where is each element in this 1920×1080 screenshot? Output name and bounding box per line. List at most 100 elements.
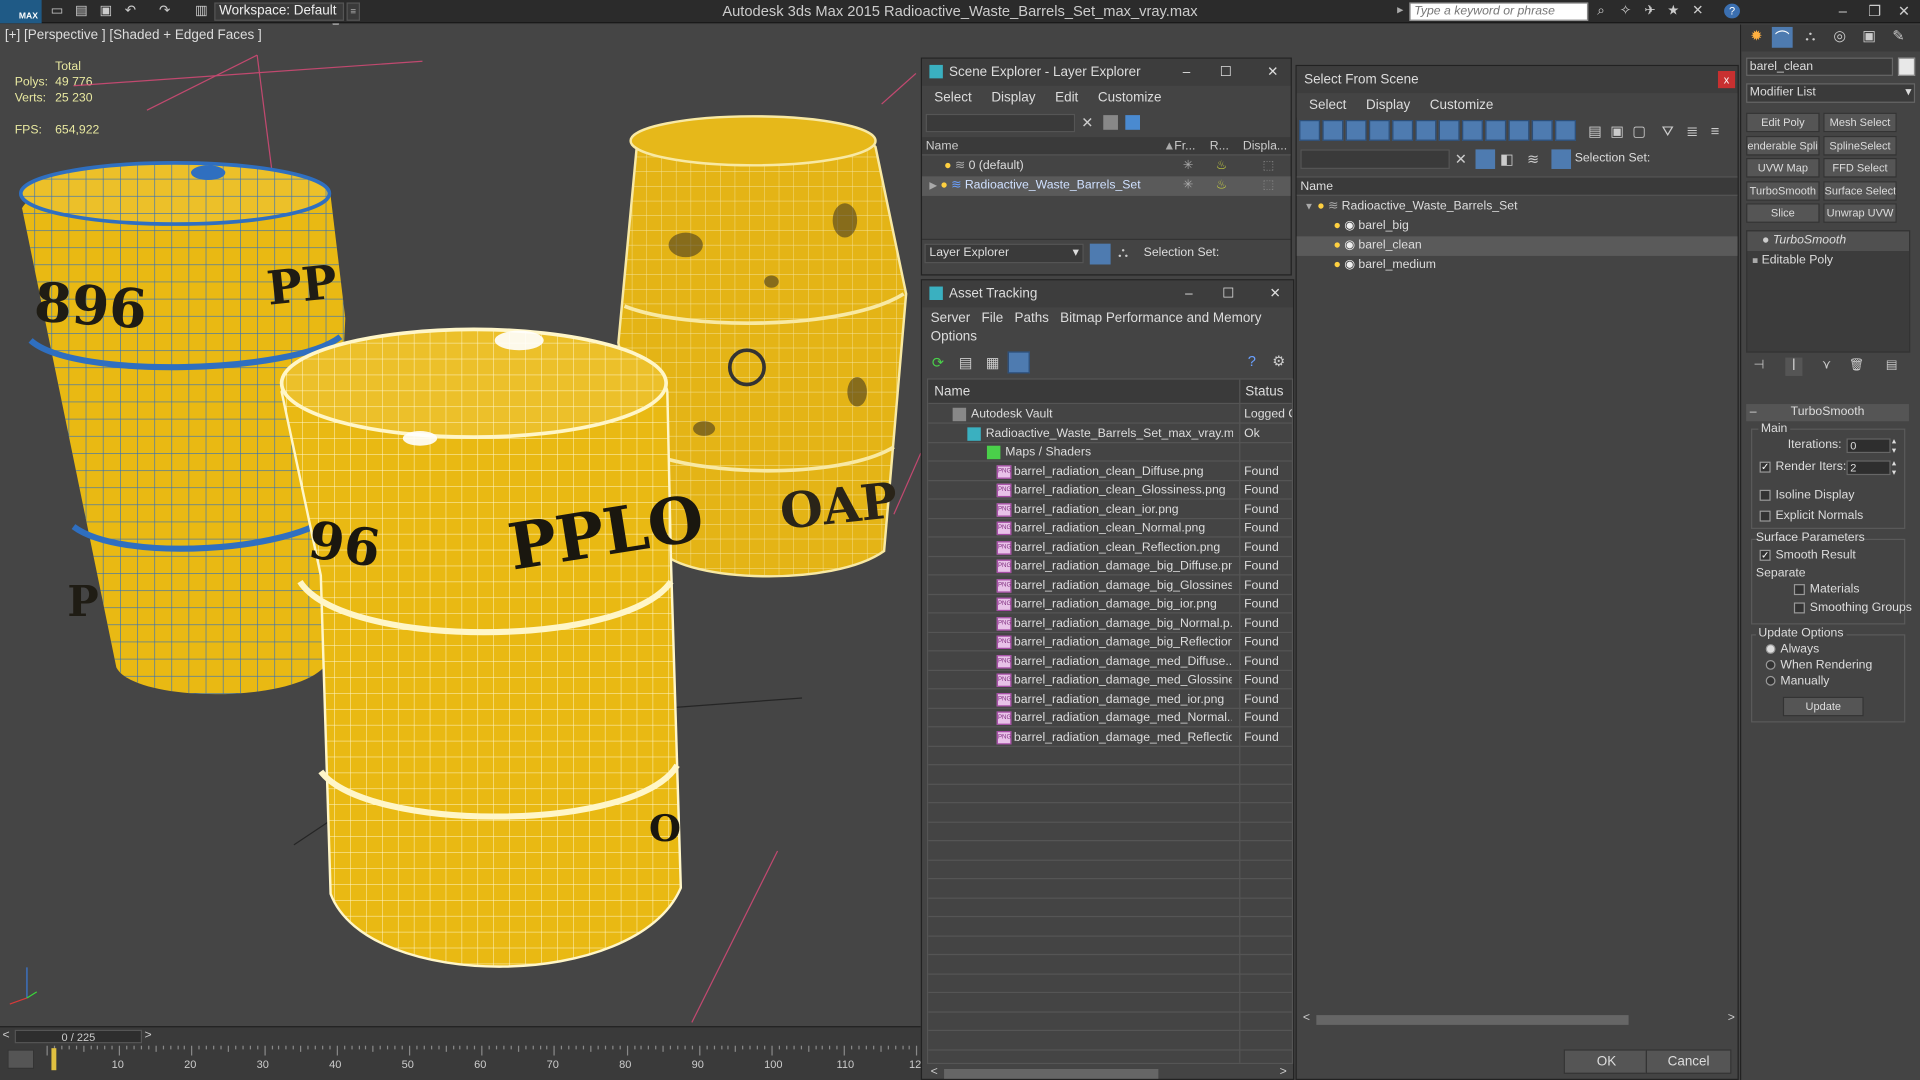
- col-render[interactable]: R...: [1210, 137, 1229, 155]
- project-folder-icon[interactable]: ▥: [193, 4, 209, 19]
- help-icon[interactable]: ?: [1724, 3, 1741, 19]
- list-view-icon[interactable]: ▤: [959, 354, 973, 371]
- display-none-icon[interactable]: ▢: [1632, 122, 1646, 139]
- filter-hidden-icon[interactable]: [1555, 120, 1576, 141]
- clear-find-icon[interactable]: ✕: [1455, 151, 1467, 168]
- grid-view-icon[interactable]: [1007, 351, 1030, 374]
- filter-shapes-icon[interactable]: [1322, 120, 1344, 141]
- tree-row-barel-medium[interactable]: ● ◉ barel_medium: [1297, 256, 1738, 276]
- asset-row-map[interactable]: PNG barrel_radiation_damage_med_Reflectio…: [928, 728, 1292, 747]
- close-icon[interactable]: ✕: [1270, 280, 1281, 307]
- tree-row-barel-clean[interactable]: ● ◉ barel_clean: [1296, 236, 1738, 256]
- collapse-minus-icon[interactable]: –: [1750, 404, 1757, 421]
- col-name[interactable]: Name: [926, 137, 959, 155]
- lightbulb-icon[interactable]: ●: [944, 159, 951, 172]
- menu-bitmap-performance[interactable]: Bitmap Performance and Memory: [1060, 311, 1261, 326]
- scroll-thumb[interactable]: [1316, 1015, 1629, 1025]
- maximize-icon[interactable]: ☐: [1220, 59, 1232, 86]
- lightbulb-icon[interactable]: ●: [1317, 200, 1324, 213]
- expand-plus-icon[interactable]: ■: [1752, 255, 1758, 266]
- display-all-icon[interactable]: ▣: [1610, 122, 1624, 139]
- manually-radio[interactable]: [1765, 676, 1776, 687]
- asset-row-map[interactable]: PNG barrel_radiation_damage_big_Glossines…: [928, 576, 1292, 595]
- col-name[interactable]: Name: [934, 380, 970, 404]
- barrel-clean[interactable]: [279, 327, 683, 968]
- asset-row-map[interactable]: PNG barrel_radiation_damage_big_ior.png Fo…: [928, 595, 1292, 614]
- menu-customize[interactable]: Customize: [1098, 91, 1162, 106]
- modifier-button-slice[interactable]: Slice: [1746, 203, 1820, 223]
- filter-cameras-icon[interactable]: [1368, 120, 1390, 141]
- hierarchy-mode-icon[interactable]: [1551, 149, 1572, 169]
- filter-lights-icon[interactable]: [1345, 120, 1367, 141]
- scroll-right-icon[interactable]: >: [1728, 1011, 1735, 1024]
- hierarchy-icon[interactable]: ⛬: [1118, 244, 1128, 262]
- asset-row-map[interactable]: PNG barrel_radiation_clean_Normal.png Foun…: [928, 519, 1292, 538]
- motion-tab-icon[interactable]: ◎: [1829, 27, 1850, 48]
- spinner-arrows-icon[interactable]: ▴ ▾: [1892, 458, 1896, 477]
- menu-display[interactable]: Display: [991, 91, 1035, 106]
- asset-row-map[interactable]: PNG barrel_radiation_damage_big_Normal.p.…: [928, 614, 1292, 633]
- keyword-search-input[interactable]: Type a keyword or phrase: [1409, 2, 1589, 21]
- freeze-icon[interactable]: ✳: [1183, 157, 1193, 177]
- filter-containers-icon[interactable]: [1508, 120, 1530, 141]
- lightbulb-icon[interactable]: ●: [1333, 258, 1340, 271]
- clear-search-icon[interactable]: ✕: [1081, 114, 1093, 131]
- filter-active-icon[interactable]: [1475, 149, 1496, 169]
- asset-tracking-titlebar[interactable]: Asset Tracking – ☐ ✕: [922, 280, 1294, 308]
- display-tab-icon[interactable]: ▣: [1859, 27, 1880, 48]
- utilities-tab-icon[interactable]: ✎: [1888, 27, 1909, 48]
- asset-h-scrollbar[interactable]: < >: [927, 1065, 1293, 1080]
- smoothing-groups-checkbox[interactable]: [1793, 602, 1805, 614]
- freeze-icon[interactable]: ✳: [1183, 176, 1193, 196]
- display-box-icon[interactable]: ⬚: [1262, 176, 1274, 196]
- filter-frozen-icon[interactable]: [1531, 120, 1553, 141]
- col-freeze[interactable]: Fr...: [1174, 137, 1195, 155]
- scene-list-header[interactable]: Name: [1296, 176, 1738, 196]
- filter-helpers-icon[interactable]: [1392, 120, 1414, 141]
- time-slider[interactable]: 0 / 225: [14, 1029, 143, 1044]
- filter-xrefs-icon[interactable]: [1462, 120, 1483, 141]
- collapse-triangle-icon[interactable]: ▼: [1304, 201, 1314, 212]
- modifier-button-splineselect[interactable]: SplineSelect: [1823, 135, 1897, 155]
- show-end-result-icon[interactable]: |: [1785, 357, 1803, 376]
- always-row[interactable]: Always: [1765, 643, 1819, 656]
- help-icon[interactable]: ?: [1248, 353, 1256, 370]
- asset-row-map[interactable]: PNG barrel_radiation_damage_med_Normal...…: [928, 709, 1292, 728]
- app-logo-icon[interactable]: MAX: [0, 0, 42, 24]
- menu-customize[interactable]: Customize: [1430, 98, 1494, 113]
- filter-space-warps-icon[interactable]: [1415, 120, 1437, 141]
- always-radio[interactable]: [1765, 644, 1776, 655]
- explorer-type-dropdown[interactable]: Layer Explorer ▾: [924, 243, 1084, 264]
- create-tab-icon[interactable]: ✹: [1746, 27, 1767, 48]
- col-display[interactable]: Displa...: [1243, 137, 1287, 155]
- workspace-dropdown[interactable]: Workspace: Default▾: [214, 2, 345, 34]
- asset-row-map[interactable]: PNG barrel_radiation_damage_big_Diffuse.p…: [928, 557, 1292, 576]
- timeline[interactable]: < 0 / 225 > 10 20 30 40 50 60 70 80 90 100 110 12: [0, 1026, 921, 1080]
- minimize-icon[interactable]: –: [1185, 280, 1193, 307]
- scroll-right-icon[interactable]: >: [1280, 1065, 1287, 1078]
- restore-icon[interactable]: ❐: [1859, 0, 1891, 23]
- minimize-icon[interactable]: –: [1827, 0, 1859, 23]
- new-file-icon[interactable]: ▭: [49, 4, 65, 19]
- tree-h-scrollbar[interactable]: < >: [1299, 1011, 1737, 1028]
- filter-groups-icon[interactable]: [1438, 120, 1460, 141]
- ok-button[interactable]: OK: [1563, 1049, 1650, 1074]
- materials-row[interactable]: Materials: [1793, 583, 1859, 596]
- modifier-list-dropdown[interactable]: Modifier List ▾: [1746, 83, 1916, 103]
- col-status[interactable]: Status: [1245, 380, 1283, 404]
- menu-options[interactable]: Options: [931, 329, 977, 344]
- menu-select[interactable]: Select: [1309, 98, 1346, 113]
- menu-file[interactable]: File: [982, 311, 1004, 326]
- find-input[interactable]: [1300, 149, 1450, 169]
- close-icon[interactable]: x: [1717, 71, 1736, 89]
- modifier-button-mesh-select[interactable]: Mesh Select: [1823, 112, 1897, 133]
- display-list-icon[interactable]: ▤: [1588, 122, 1602, 139]
- remove-modifier-icon[interactable]: 🗑: [1849, 359, 1865, 372]
- asset-row-map[interactable]: PNG barrel_radiation_damage_med_Diffuse..…: [928, 652, 1292, 671]
- asset-row-maps-shaders[interactable]: Maps / Shaders: [928, 443, 1292, 462]
- undo-icon[interactable]: ↶: [122, 4, 138, 19]
- table-view-icon[interactable]: ▦: [986, 354, 1000, 371]
- lightbulb-icon[interactable]: ●: [1762, 234, 1769, 247]
- layers-icon[interactable]: ≡: [1711, 122, 1720, 139]
- asset-row-map[interactable]: PNG barrel_radiation_damage_med_ior.png Fo…: [928, 690, 1292, 709]
